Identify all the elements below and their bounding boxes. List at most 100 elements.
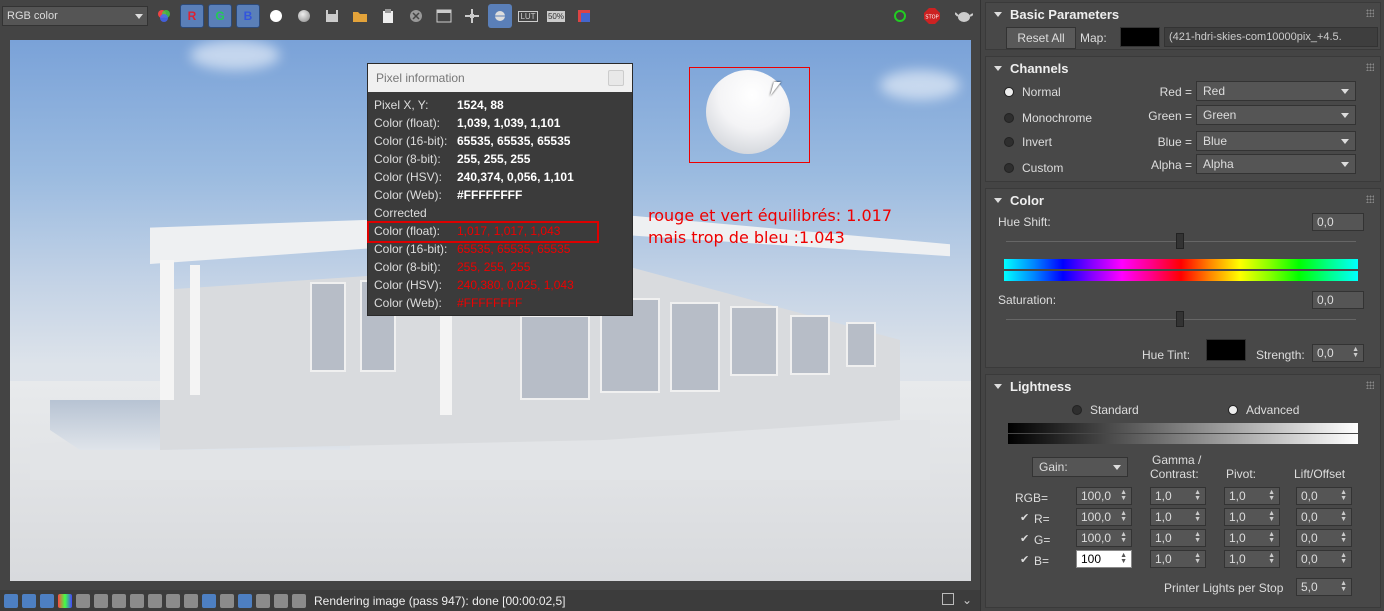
radio-custom[interactable]: Custom [1004, 161, 1063, 175]
compare-icon[interactable] [256, 593, 270, 608]
clear-button[interactable] [404, 4, 428, 28]
printer-lights-spinner[interactable]: 5,0 ▲ ▼ [1296, 578, 1352, 596]
rollout-header[interactable]: Color [986, 189, 1380, 211]
rgb-gamma-spinner[interactable]: 1,0 ▲ ▼ [1150, 487, 1206, 505]
r-lift-spinner[interactable]: 0,0 ▲ ▼ [1296, 508, 1352, 526]
layers-icon[interactable] [4, 593, 18, 608]
red-channel-select[interactable]: Red [1196, 81, 1356, 101]
spinner-value: 0,0 [1301, 552, 1318, 566]
radio-label: Normal [1022, 85, 1061, 99]
chevron-down-icon [1341, 88, 1349, 94]
radio-invert[interactable]: Invert [1004, 135, 1052, 149]
save-button[interactable] [320, 4, 344, 28]
lut-small-icon[interactable] [184, 593, 198, 608]
r-gamma-spinner[interactable]: 1,0 ▲ ▼ [1150, 508, 1206, 526]
g-lift-spinner[interactable]: 0,0 ▲ ▼ [1296, 529, 1352, 547]
g-gain-spinner[interactable]: 100,0 ▲ ▼ [1076, 529, 1132, 547]
curve-icon[interactable] [148, 593, 162, 608]
hue-tint-swatch[interactable] [1206, 339, 1246, 361]
rollout-header[interactable]: Basic Parameters [986, 3, 1380, 25]
refresh-icon [894, 10, 906, 22]
select-value: Green [1203, 108, 1237, 122]
radio-label: Invert [1022, 135, 1053, 149]
reset-all-button[interactable]: Reset All [1006, 27, 1076, 49]
pixel-info-titlebar[interactable]: Pixel information [368, 64, 632, 92]
g-row-checkbox[interactable]: ✔ [1020, 532, 1029, 545]
region-render-button[interactable] [488, 4, 512, 28]
clipboard-button[interactable] [376, 4, 400, 28]
channel-select[interactable]: RGB color [2, 6, 148, 26]
r-gain-spinner[interactable]: 100,0 ▲ ▼ [1076, 508, 1132, 526]
pixel-information-dialog: Pixel information Pixel X, Y: 1524, 88 Co… [367, 63, 633, 316]
maximize-icon[interactable] [942, 593, 954, 605]
alpha-channel-button[interactable] [264, 4, 288, 28]
map-button[interactable]: (421-hdri-skies-com10000pix_+4.5. [1164, 27, 1378, 47]
ocio-icon[interactable] [202, 593, 216, 608]
radio-standard[interactable]: Standard [1072, 403, 1139, 417]
icc-icon[interactable] [220, 593, 234, 608]
background-icon[interactable] [166, 593, 180, 608]
refresh-button[interactable] [888, 4, 912, 28]
g-pivot-spinner[interactable]: 1,0 ▲ ▼ [1224, 529, 1280, 547]
g-channel-button[interactable]: G [208, 4, 232, 28]
rollout-header[interactable]: Lightness [986, 375, 1380, 397]
close-icon[interactable] [608, 70, 624, 86]
rgb-pivot-spinner[interactable]: 1,0 ▲ ▼ [1224, 487, 1280, 505]
saturation-slider-thumb[interactable] [1176, 311, 1184, 327]
map-swatch[interactable] [1120, 27, 1160, 47]
b-lift-spinner[interactable]: 0,0 ▲ ▼ [1296, 550, 1352, 568]
zoom-50-button[interactable]: 50% [544, 4, 568, 28]
mono-button[interactable] [292, 4, 316, 28]
pixel-info-row-corrected: Color (Web): #FFFFFFFF [374, 294, 626, 312]
hsl-icon[interactable] [94, 593, 108, 608]
r-row-checkbox[interactable]: ✔ [1020, 511, 1029, 524]
radio-normal[interactable]: Normal [1004, 85, 1061, 99]
b-gamma-spinner[interactable]: 1,0 ▲ ▼ [1150, 550, 1206, 568]
spinner-arrows-icon: ▲ ▼ [1194, 552, 1201, 565]
select-value: Red [1203, 84, 1226, 98]
rgb-lift-spinner[interactable]: 0,0 ▲ ▼ [1296, 487, 1352, 505]
color-balance-icon[interactable] [112, 593, 126, 608]
rgb-gain-spinner[interactable]: 100,0 ▲ ▼ [1076, 487, 1132, 505]
r-channel-button[interactable]: R [180, 4, 204, 28]
render-teapot-button[interactable] [952, 4, 976, 28]
history-icon[interactable] [22, 593, 36, 608]
srgb-icon[interactable] [238, 593, 252, 608]
chevron-down-double-icon[interactable]: ⌄ [962, 593, 974, 607]
strength-spinner[interactable]: 0,0 ▲ ▼ [1312, 344, 1364, 362]
b-pivot-spinner[interactable]: 1,0 ▲ ▼ [1224, 550, 1280, 568]
hue-shift-value[interactable]: 0,0 [1312, 213, 1364, 231]
pin-icon[interactable] [292, 593, 306, 608]
alpha-channel-select[interactable]: Alpha [1196, 154, 1356, 174]
green-channel-select[interactable]: Green [1196, 105, 1356, 125]
r-pivot-spinner[interactable]: 1,0 ▲ ▼ [1224, 508, 1280, 526]
track-mouse-button[interactable] [460, 4, 484, 28]
frame-button[interactable] [572, 4, 596, 28]
blue-channel-select[interactable]: Blue [1196, 131, 1356, 151]
saturation-value[interactable]: 0,0 [1312, 291, 1364, 309]
row-label: Color (HSV): [374, 278, 443, 292]
hue-shift-slider-thumb[interactable] [1176, 233, 1184, 249]
b-gain-spinner[interactable]: 100 ▲ ▼ [1076, 550, 1132, 568]
gain-select[interactable]: Gain: [1032, 457, 1128, 477]
house-window [670, 302, 720, 392]
b-row-checkbox[interactable]: ✔ [1020, 553, 1029, 566]
lut-button[interactable]: LUT [516, 4, 540, 28]
white-balance-icon[interactable] [76, 593, 90, 608]
rollout-header[interactable]: Channels [986, 57, 1380, 79]
radio-advanced[interactable]: Advanced [1228, 403, 1299, 417]
open-button[interactable] [348, 4, 372, 28]
stop-button[interactable]: STOP [920, 4, 944, 28]
radio-monochrome[interactable]: Monochrome [1004, 111, 1092, 125]
annotation-line-2: mais trop de bleu :1.043 [648, 228, 845, 247]
window-button[interactable] [432, 4, 456, 28]
red-map-label: Red = [1159, 85, 1192, 99]
b-channel-button[interactable]: B [236, 4, 260, 28]
zoom-icon[interactable] [274, 593, 288, 608]
color-channels-icon[interactable] [152, 4, 176, 28]
spinner-value: 1,0 [1229, 489, 1246, 503]
exposure-icon[interactable] [58, 593, 72, 608]
levels-icon[interactable] [130, 593, 144, 608]
g-gamma-spinner[interactable]: 1,0 ▲ ▼ [1150, 529, 1206, 547]
info-icon[interactable] [40, 593, 54, 608]
